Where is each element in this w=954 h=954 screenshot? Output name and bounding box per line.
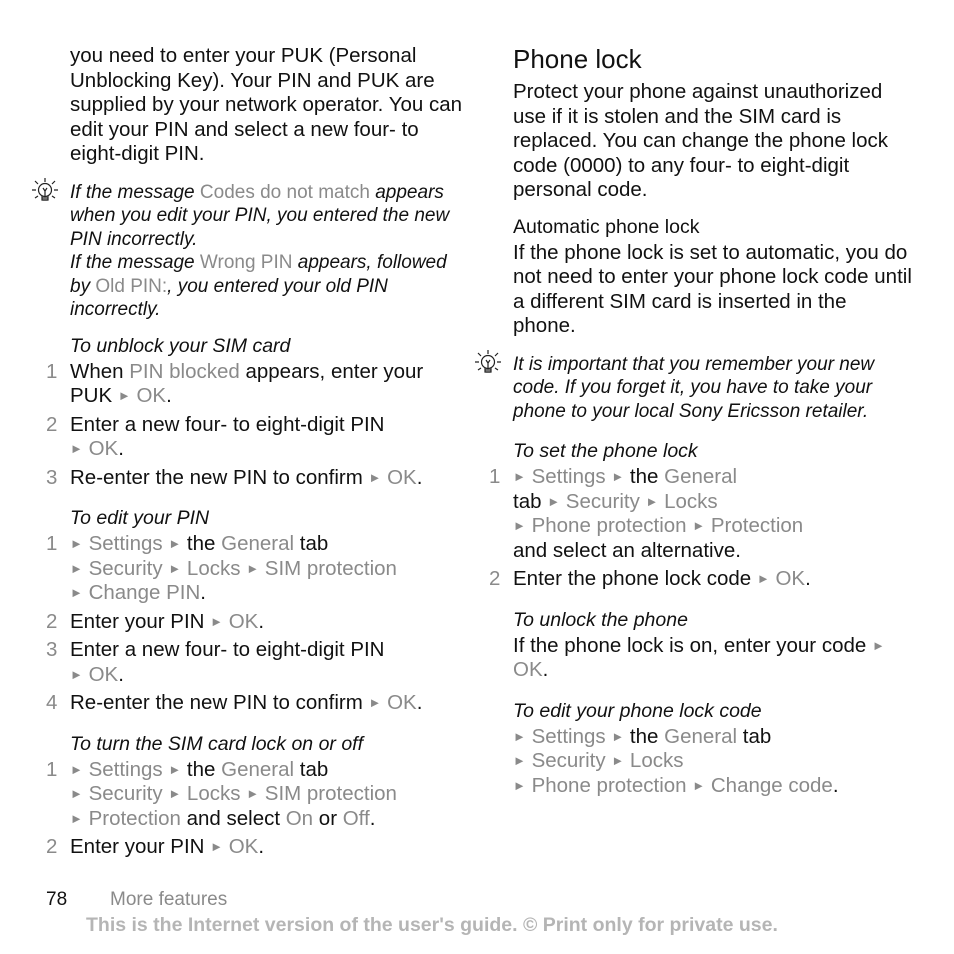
left-column: you need to enter your PUK (Personal Unb… <box>32 44 470 860</box>
step: 4 Re-enter the new PIN to confirm ► OK. <box>46 691 423 714</box>
step: 1 ► Settings ► the General tab ► Security … <box>46 532 397 604</box>
page-number: 78 <box>46 889 68 910</box>
lightbulb-icon <box>475 349 501 373</box>
procedure-title-set-lock: To set the phone lock <box>513 440 698 462</box>
ui-text-wrong-pin: Wrong PIN <box>199 252 293 273</box>
section-name: More features <box>110 889 228 910</box>
ui-text-codes-do-not-match: Codes do not match <box>199 181 370 203</box>
step: 1 ► Settings ► the General tab ► Security … <box>489 465 804 562</box>
edit-pin-steps: 1 ► Settings ► the General tab ► Security … <box>46 532 470 716</box>
step: 2 Enter a new four- to eight-digit PIN ► … <box>46 412 385 461</box>
tip-text: It is important that you remember your n… <box>513 353 875 422</box>
copyright-note: This is the Internet version of the user… <box>86 914 778 936</box>
procedure-title-unlock: To unlock the phone <box>513 608 688 631</box>
unlock-text: If the phone lock is on, enter your code… <box>513 633 885 682</box>
step: 2 Enter your PIN ► OK. <box>46 835 265 858</box>
tip-text-1: If the message Codes do not match appear… <box>70 181 450 250</box>
intro-paragraph: you need to enter your PUK (Personal Unb… <box>70 44 463 165</box>
phone-lock-intro: Protect your phone against unauthorized … <box>513 80 888 201</box>
lightbulb-icon <box>32 177 58 201</box>
right-column: Phone lock Protect your phone against un… <box>475 44 913 798</box>
arrow-icon: ► <box>70 441 83 456</box>
set-lock-steps: 1 ► Settings ► the General tab ► Security … <box>489 465 913 592</box>
step: 2 Enter the phone lock code ► OK. <box>489 567 811 590</box>
section-heading: Phone lock <box>513 44 642 74</box>
ui-text-old-pin: Old PIN: <box>95 275 168 297</box>
step: 1 When PIN blocked appears, enter your PU… <box>46 359 424 408</box>
subheading-automatic: Automatic phone lock <box>513 215 700 238</box>
step: 3 Enter a new four- to eight-digit PIN ► … <box>46 638 385 686</box>
arrow-icon: ► <box>368 469 382 485</box>
automatic-text: If the phone lock is set to automatic, y… <box>513 240 912 338</box>
step: 2 Enter your PIN ► OK. <box>46 609 265 633</box>
procedure-title-sim-lock: To turn the SIM card lock on or off <box>70 732 364 755</box>
procedure-title-edit-code: To edit your phone lock code <box>513 699 762 722</box>
sim-lock-steps: 1 ► Settings ► the General tab ► Security … <box>46 757 470 860</box>
step: 1 ► Settings ► the General tab ► Security … <box>46 757 397 830</box>
tip-box: If the message Codes do not match appear… <box>32 177 470 322</box>
procedure-title-unblock: To unblock your SIM card <box>70 334 291 357</box>
edit-code-path: ► Settings ► the General tab ► Security ►… <box>513 724 839 797</box>
step: 3 Re-enter the new PIN to confirm ► OK. <box>46 465 423 489</box>
unblock-steps: 1 When PIN blocked appears, enter your PU… <box>46 359 470 491</box>
tip-box: It is important that you remember your n… <box>475 349 913 424</box>
procedure-title-edit-pin: To edit your PIN <box>70 507 210 529</box>
arrow-icon: ► <box>117 388 131 403</box>
tip-text-2: If the message Wrong PIN appears, follow… <box>70 252 447 320</box>
